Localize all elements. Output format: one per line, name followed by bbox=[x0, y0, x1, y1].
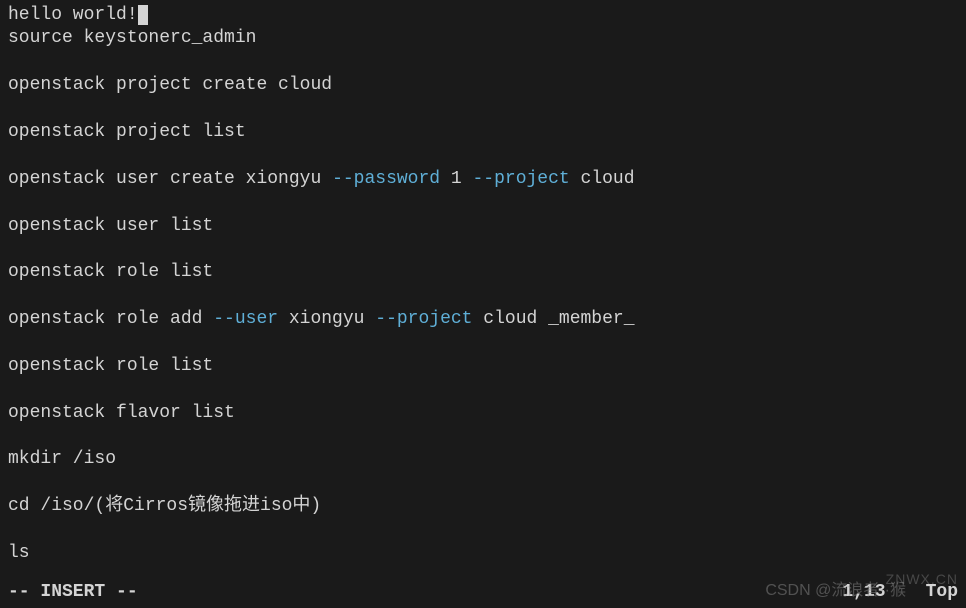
terminal-line bbox=[8, 285, 958, 308]
terminal-line: hello world! bbox=[8, 4, 958, 27]
terminal-line: openstack role list bbox=[8, 261, 958, 284]
terminal-editor[interactable]: hello world! source keystonerc_admin ope… bbox=[8, 4, 958, 565]
terminal-line bbox=[8, 331, 958, 354]
vim-mode: -- INSERT -- bbox=[8, 581, 138, 604]
terminal-line: source keystonerc_admin bbox=[8, 27, 958, 50]
terminal-line bbox=[8, 378, 958, 401]
terminal-line bbox=[8, 191, 958, 214]
terminal-line bbox=[8, 238, 958, 261]
terminal-line: ls bbox=[8, 542, 958, 565]
terminal-line bbox=[8, 425, 958, 448]
terminal-line bbox=[8, 144, 958, 167]
watermark-author: CSDN @流浪者··猴 bbox=[765, 581, 906, 602]
terminal-line: openstack project create cloud bbox=[8, 74, 958, 97]
terminal-line bbox=[8, 98, 958, 121]
text-cursor bbox=[138, 5, 148, 25]
terminal-line bbox=[8, 519, 958, 542]
terminal-line: openstack flavor list bbox=[8, 402, 958, 425]
terminal-line: openstack user create xiongyu --password… bbox=[8, 168, 958, 191]
terminal-line: openstack role list bbox=[8, 355, 958, 378]
terminal-line bbox=[8, 472, 958, 495]
terminal-line: openstack user list bbox=[8, 215, 958, 238]
terminal-line bbox=[8, 51, 958, 74]
terminal-line: openstack role add --user xiongyu --proj… bbox=[8, 308, 958, 331]
terminal-line: mkdir /iso bbox=[8, 448, 958, 471]
terminal-line: cd /iso/(将Cirros镜像拖进iso中) bbox=[8, 495, 958, 518]
terminal-line: openstack project list bbox=[8, 121, 958, 144]
